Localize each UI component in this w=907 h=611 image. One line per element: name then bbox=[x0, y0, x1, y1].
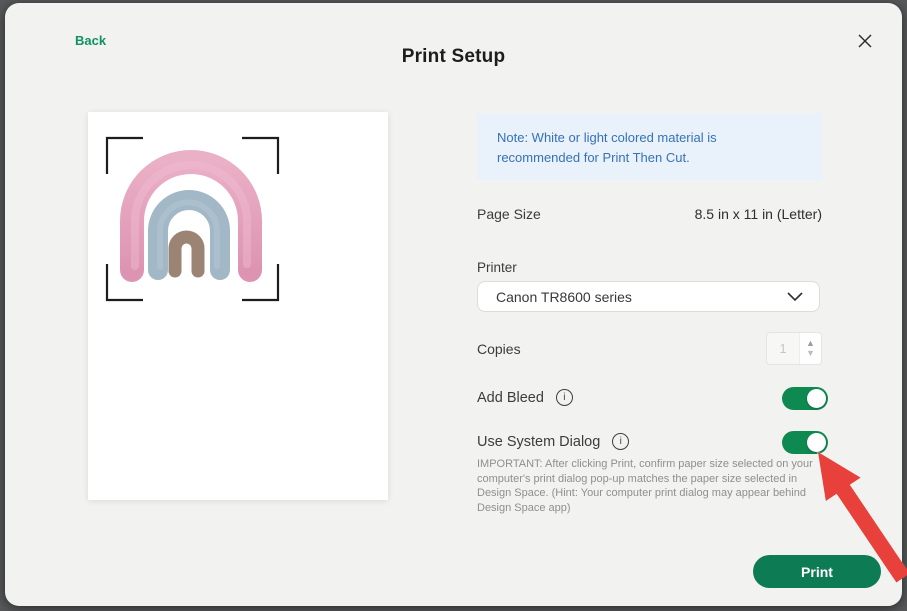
copies-arrows: ▲ ▼ bbox=[799, 333, 821, 364]
close-button[interactable] bbox=[852, 28, 878, 54]
use-system-dialog-toggle[interactable] bbox=[782, 431, 828, 454]
use-system-dialog-row: Use System Dialog i bbox=[477, 433, 629, 450]
rainbow-image bbox=[132, 162, 250, 271]
toggle-knob bbox=[807, 389, 826, 408]
printer-dropdown[interactable]: Canon TR8600 series bbox=[477, 281, 820, 312]
toggle-knob bbox=[807, 433, 826, 452]
page-size-row: Page Size 8.5 in x 11 in (Letter) bbox=[477, 206, 822, 222]
add-bleed-row: Add Bleed i bbox=[477, 389, 573, 406]
info-icon[interactable]: i bbox=[556, 389, 573, 406]
add-bleed-label: Add Bleed bbox=[477, 390, 544, 406]
page-size-label: Page Size bbox=[477, 206, 541, 222]
stepper-up-icon[interactable]: ▲ bbox=[806, 339, 815, 348]
copies-value: 1 bbox=[767, 333, 799, 364]
important-note-text: IMPORTANT: After clicking Print, confirm… bbox=[477, 457, 817, 515]
copies-stepper[interactable]: 1 ▲ ▼ bbox=[766, 332, 822, 365]
print-preview-page bbox=[88, 112, 388, 500]
dialog-title: Print Setup bbox=[0, 46, 907, 68]
add-bleed-toggle[interactable] bbox=[782, 387, 828, 410]
page-size-value: 8.5 in x 11 in (Letter) bbox=[695, 206, 822, 222]
material-note-text: Note: White or light colored material is… bbox=[497, 128, 802, 167]
printer-selected-value: Canon TR8600 series bbox=[496, 289, 632, 305]
close-icon bbox=[856, 32, 874, 50]
use-system-dialog-label: Use System Dialog bbox=[477, 434, 600, 450]
info-icon[interactable]: i bbox=[612, 433, 629, 450]
material-note-banner: Note: White or light colored material is… bbox=[477, 113, 822, 180]
copies-label: Copies bbox=[477, 341, 521, 357]
printer-label: Printer bbox=[477, 260, 517, 275]
print-button[interactable]: Print bbox=[753, 555, 881, 588]
stepper-down-icon[interactable]: ▼ bbox=[806, 349, 815, 358]
print-preview-artwork bbox=[88, 112, 388, 500]
chevron-down-icon bbox=[787, 292, 803, 301]
screenshot-stage: Back Print Setup bbox=[0, 0, 907, 611]
